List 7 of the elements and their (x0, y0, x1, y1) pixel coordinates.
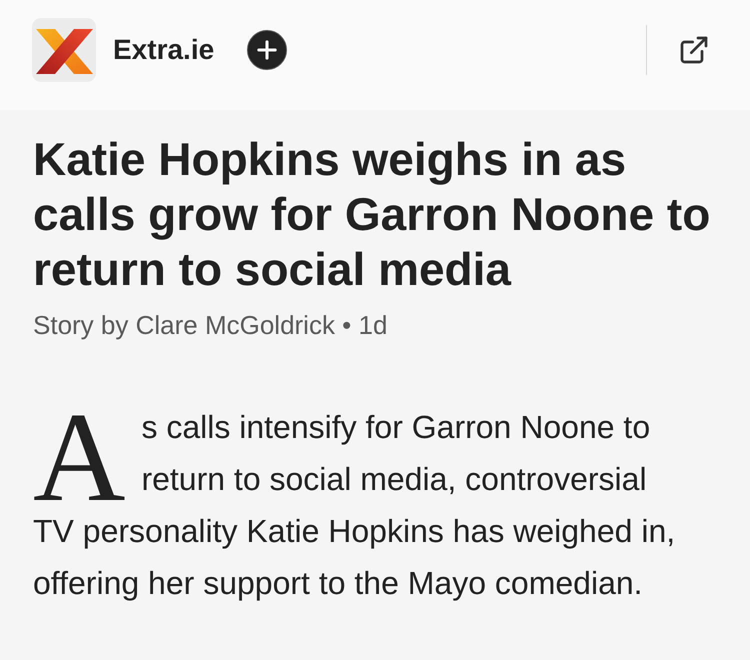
external-link-icon (678, 34, 710, 66)
logo-icon (32, 18, 96, 82)
byline: Story by Clare McGoldrick • 1d (33, 309, 388, 342)
source-name: Extra.ie (113, 34, 214, 66)
article-title: Katie Hopkins weighs in as calls grow for Garron Noone to return to social media (33, 132, 712, 297)
add-button[interactable] (247, 30, 288, 70)
open-link-button[interactable] (678, 34, 710, 66)
